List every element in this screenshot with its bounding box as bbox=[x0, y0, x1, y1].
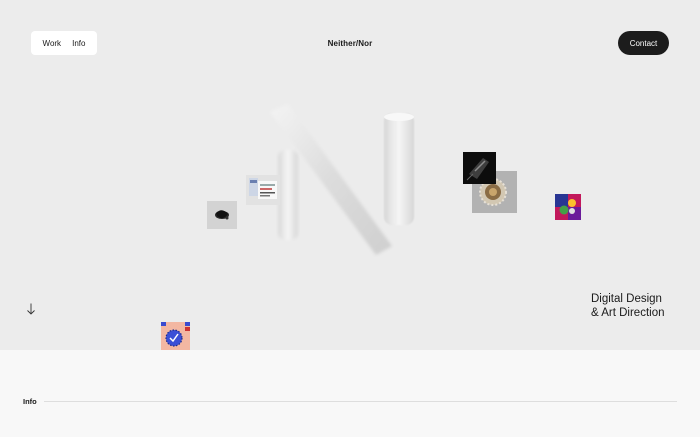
divider bbox=[44, 401, 677, 402]
n-right-pillar bbox=[384, 113, 414, 225]
tagline-line-1: Digital Design bbox=[591, 293, 662, 305]
contact-button[interactable]: Contact bbox=[618, 31, 669, 55]
thumbnail-blue-badge[interactable] bbox=[161, 322, 190, 350]
thumbnail-web-mockup[interactable] bbox=[246, 175, 280, 205]
n-left-pillar bbox=[278, 150, 298, 240]
thumbnail-ink-blot[interactable] bbox=[207, 201, 237, 229]
arrow-down-icon[interactable] bbox=[26, 303, 36, 315]
info-section bbox=[0, 350, 700, 437]
hero-section: Work Info Neither/Nor Contact Digital De… bbox=[0, 0, 700, 350]
site-logo[interactable]: Neither/Nor bbox=[0, 39, 700, 48]
hero-tagline: Digital Design & Art Direction bbox=[591, 292, 665, 320]
thumbnail-color-blocks[interactable] bbox=[555, 194, 581, 220]
thumbnail-dark-object[interactable] bbox=[463, 152, 496, 184]
info-section-title: Info bbox=[23, 397, 37, 406]
page: Work Info Neither/Nor Contact Digital De… bbox=[0, 0, 700, 437]
tagline-line-2: & Art Direction bbox=[591, 307, 665, 319]
